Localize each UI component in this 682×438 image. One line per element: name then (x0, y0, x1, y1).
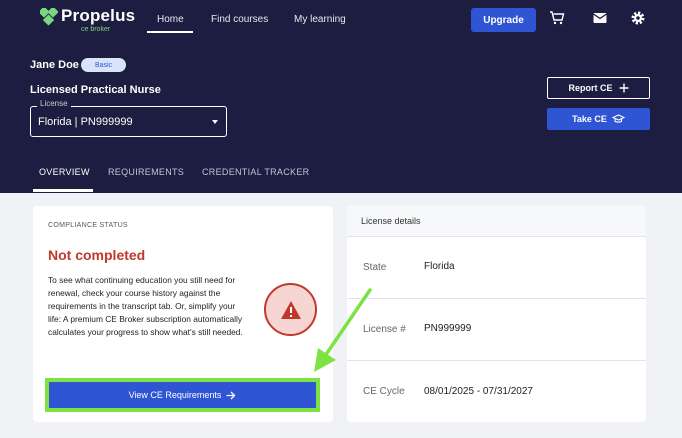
license-select-label: License (37, 99, 71, 108)
warning-icon (280, 300, 301, 319)
plus-icon (619, 83, 628, 93)
report-ce-button[interactable]: Report CE (547, 77, 650, 99)
nav-home[interactable]: Home (157, 14, 184, 25)
license-select-value: Florida | PN999999 (38, 116, 133, 128)
take-ce-button[interactable]: Take CE (547, 108, 650, 130)
license-number-value: PN999999 (424, 323, 472, 334)
view-ce-requirements-button[interactable]: View CE Requirements (49, 382, 316, 408)
compliance-status-value: Not completed (48, 247, 146, 263)
state-value: Florida (424, 261, 455, 272)
compliance-status-label: COMPLIANCE STATUS (48, 222, 128, 229)
tab-overview[interactable]: OVERVIEW (39, 167, 90, 177)
row-divider (347, 360, 646, 361)
row-divider (347, 298, 646, 299)
cart-icon[interactable] (549, 10, 565, 26)
ce-cycle-label: CE Cycle (363, 386, 405, 397)
report-ce-label: Report CE (568, 83, 613, 93)
view-ce-requirements-highlight: View CE Requirements (45, 378, 320, 412)
graduation-cap-icon (611, 114, 625, 123)
tab-credential-tracker[interactable]: CREDENTIAL TRACKER (202, 167, 309, 177)
user-name: Jane Doe (30, 59, 79, 71)
compliance-description: To see what continuing education you sti… (48, 275, 243, 337)
tab-requirements[interactable]: REQUIREMENTS (108, 167, 184, 177)
brand-subtitle: ce broker (81, 26, 111, 33)
license-number-label: License # (363, 324, 406, 335)
nav-find-courses[interactable]: Find courses (211, 14, 268, 25)
plan-badge: Basic (81, 58, 126, 72)
gear-icon[interactable] (630, 10, 646, 26)
warning-badge (264, 283, 317, 336)
license-details-title: License details (361, 216, 421, 226)
view-ce-requirements-label: View CE Requirements (128, 390, 222, 400)
license-details-card: License details State Florida License # … (347, 206, 646, 422)
propelus-logo[interactable]: Propelus ce broker (40, 6, 135, 34)
profession-title: Licensed Practical Nurse (30, 84, 161, 96)
take-ce-label: Take CE (572, 114, 607, 124)
top-header: Propelus ce broker Home Find courses My … (0, 0, 682, 193)
upgrade-button[interactable]: Upgrade (471, 8, 536, 32)
brand-name: Propelus (61, 6, 136, 25)
state-label: State (363, 262, 387, 273)
ce-cycle-value: 08/01/2025 - 07/31/2027 (424, 386, 533, 397)
propelus-logo-icon (40, 8, 58, 26)
nav-home-underline (147, 31, 193, 33)
tab-overview-underline (33, 189, 93, 192)
arrow-right-icon (226, 391, 236, 399)
compliance-status-card: COMPLIANCE STATUS Not completed To see w… (33, 206, 333, 422)
nav-my-learning[interactable]: My learning (294, 14, 346, 25)
mail-icon[interactable] (592, 10, 608, 26)
license-details-header: License details (347, 206, 646, 237)
caret-down-icon[interactable] (212, 120, 218, 124)
